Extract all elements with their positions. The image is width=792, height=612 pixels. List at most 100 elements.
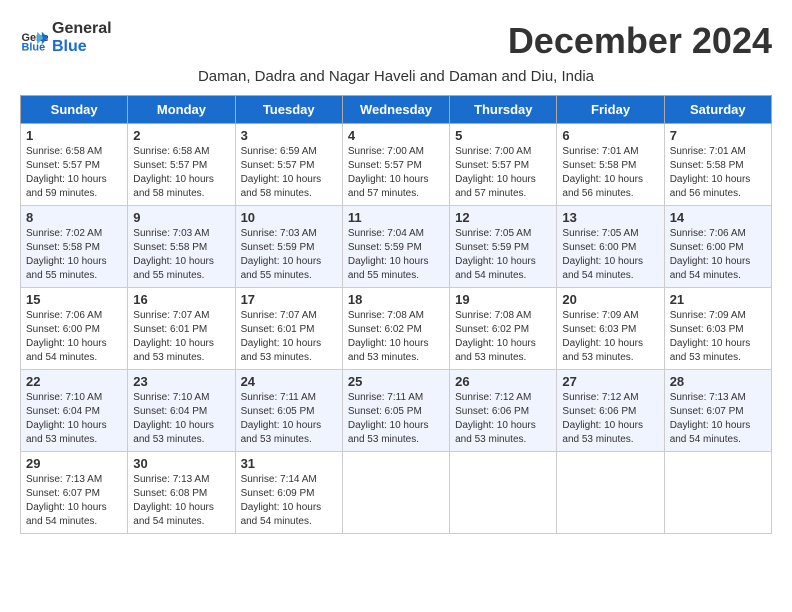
week-row-3: 15 Sunrise: 7:06 AM Sunset: 6:00 PM Dayli… — [21, 288, 772, 370]
day-number: 9 — [133, 210, 229, 225]
header-monday: Monday — [128, 96, 235, 124]
day-info: Sunrise: 7:11 AM Sunset: 6:05 PM Dayligh… — [241, 391, 337, 447]
day-info: Sunrise: 7:07 AM Sunset: 6:01 PM Dayligh… — [241, 309, 337, 365]
day-cell-19: 19Sunrise: 7:08 AM Sunset: 6:02 PM Dayli… — [450, 288, 557, 370]
day-number: 7 — [670, 128, 766, 143]
header-saturday: Saturday — [664, 96, 771, 124]
day-number: 14 — [670, 210, 766, 225]
day-number: 15 — [26, 292, 122, 307]
day-cell-9: 9 Sunrise: 7:03 AM Sunset: 5:58 PM Daylig… — [128, 206, 235, 288]
header-tuesday: Tuesday — [235, 96, 342, 124]
day-info: Sunrise: 6:59 AM Sunset: 5:57 PM Dayligh… — [241, 145, 337, 201]
empty-cell — [450, 452, 557, 534]
day-cell-17: 17 Sunrise: 7:07 AM Sunset: 6:01 PM Dayli… — [235, 288, 342, 370]
calendar-header-row: SundayMondayTuesdayWednesdayThursdayFrid… — [21, 96, 772, 124]
day-info: Sunrise: 7:09 AM Sunset: 6:03 PM Dayligh… — [562, 309, 658, 365]
day-cell-3: 3 Sunrise: 6:59 AM Sunset: 5:57 PM Daylig… — [235, 124, 342, 206]
day-number: 31 — [241, 456, 337, 471]
day-number: 17 — [241, 292, 337, 307]
day-info: Sunrise: 7:02 AM Sunset: 5:58 PM Dayligh… — [26, 227, 122, 283]
day-info: Sunrise: 7:06 AM Sunset: 6:00 PM Dayligh… — [670, 227, 766, 283]
day-cell-25: 25Sunrise: 7:11 AM Sunset: 6:05 PM Dayli… — [342, 370, 449, 452]
day-number: 4 — [348, 128, 444, 143]
day-cell-15: 15 Sunrise: 7:06 AM Sunset: 6:00 PM Dayli… — [21, 288, 128, 370]
day-info: Sunrise: 7:07 AM Sunset: 6:01 PM Dayligh… — [133, 309, 229, 365]
day-cell-7: 7 Sunrise: 7:01 AM Sunset: 5:58 PM Daylig… — [664, 124, 771, 206]
header-thursday: Thursday — [450, 96, 557, 124]
subtitle: Daman, Dadra and Nagar Haveli and Daman … — [20, 68, 772, 85]
day-info: Sunrise: 7:13 AM Sunset: 6:08 PM Dayligh… — [133, 473, 229, 529]
day-number: 8 — [26, 210, 122, 225]
day-cell-13: 13Sunrise: 7:05 AM Sunset: 6:00 PM Dayli… — [557, 206, 664, 288]
day-cell-28: 28 Sunrise: 7:13 AM Sunset: 6:07 PM Dayli… — [664, 370, 771, 452]
day-cell-12: 12 Sunrise: 7:05 AM Sunset: 5:59 PM Dayli… — [450, 206, 557, 288]
day-number: 16 — [133, 292, 229, 307]
day-number: 5 — [455, 128, 551, 143]
day-number: 6 — [562, 128, 658, 143]
day-cell-8: 8 Sunrise: 7:02 AM Sunset: 5:58 PM Daylig… — [21, 206, 128, 288]
day-cell-31: 31 Sunrise: 7:14 AM Sunset: 6:09 PM Dayli… — [235, 452, 342, 534]
day-info: Sunrise: 7:11 AM Sunset: 6:05 PM Dayligh… — [348, 391, 444, 447]
empty-cell — [664, 452, 771, 534]
day-info: Sunrise: 7:00 AM Sunset: 5:57 PM Dayligh… — [455, 145, 551, 201]
page-header: General Blue General Blue December 2024 — [20, 20, 772, 62]
day-cell-20: 20 Sunrise: 7:09 AM Sunset: 6:03 PM Dayli… — [557, 288, 664, 370]
day-info: Sunrise: 6:58 AM Sunset: 5:57 PM Dayligh… — [133, 145, 229, 201]
day-info: Sunrise: 7:12 AM Sunset: 6:06 PM Dayligh… — [455, 391, 551, 447]
day-cell-30: 30Sunrise: 7:13 AM Sunset: 6:08 PM Dayli… — [128, 452, 235, 534]
day-number: 1 — [26, 128, 122, 143]
month-title: December 2024 — [508, 20, 772, 62]
day-number: 18 — [348, 292, 444, 307]
day-info: Sunrise: 7:01 AM Sunset: 5:58 PM Dayligh… — [670, 145, 766, 201]
day-info: Sunrise: 7:13 AM Sunset: 6:07 PM Dayligh… — [26, 473, 122, 529]
header-sunday: Sunday — [21, 96, 128, 124]
day-info: Sunrise: 7:13 AM Sunset: 6:07 PM Dayligh… — [670, 391, 766, 447]
day-cell-10: 10Sunrise: 7:03 AM Sunset: 5:59 PM Dayli… — [235, 206, 342, 288]
day-info: Sunrise: 7:03 AM Sunset: 5:59 PM Dayligh… — [241, 227, 337, 283]
day-info: Sunrise: 7:10 AM Sunset: 6:04 PM Dayligh… — [133, 391, 229, 447]
logo-general: General — [52, 20, 112, 38]
day-info: Sunrise: 7:01 AM Sunset: 5:58 PM Dayligh… — [562, 145, 658, 201]
day-cell-23: 23 Sunrise: 7:10 AM Sunset: 6:04 PM Dayli… — [128, 370, 235, 452]
day-cell-21: 21Sunrise: 7:09 AM Sunset: 6:03 PM Dayli… — [664, 288, 771, 370]
day-cell-4: 4 Sunrise: 7:00 AM Sunset: 5:57 PM Daylig… — [342, 124, 449, 206]
empty-cell — [342, 452, 449, 534]
day-cell-5: 5 Sunrise: 7:00 AM Sunset: 5:57 PM Daylig… — [450, 124, 557, 206]
logo: General Blue General Blue — [20, 20, 112, 55]
day-info: Sunrise: 7:14 AM Sunset: 6:09 PM Dayligh… — [241, 473, 337, 529]
day-cell-11: 11Sunrise: 7:04 AM Sunset: 5:59 PM Dayli… — [342, 206, 449, 288]
logo-icon: General Blue — [20, 24, 48, 52]
day-number: 24 — [241, 374, 337, 389]
calendar-table: SundayMondayTuesdayWednesdayThursdayFrid… — [20, 95, 772, 534]
week-row-4: 22 Sunrise: 7:10 AM Sunset: 6:04 PM Dayli… — [21, 370, 772, 452]
day-number: 2 — [133, 128, 229, 143]
empty-cell — [557, 452, 664, 534]
day-info: Sunrise: 7:00 AM Sunset: 5:57 PM Dayligh… — [348, 145, 444, 201]
calendar-body: 1 Sunrise: 6:58 AM Sunset: 5:57 PM Daylig… — [21, 124, 772, 534]
day-cell-16: 16 Sunrise: 7:07 AM Sunset: 6:01 PM Dayli… — [128, 288, 235, 370]
day-cell-6: 6 Sunrise: 7:01 AM Sunset: 5:58 PM Daylig… — [557, 124, 664, 206]
day-cell-22: 22 Sunrise: 7:10 AM Sunset: 6:04 PM Dayli… — [21, 370, 128, 452]
day-info: Sunrise: 7:03 AM Sunset: 5:58 PM Dayligh… — [133, 227, 229, 283]
day-number: 3 — [241, 128, 337, 143]
day-info: Sunrise: 7:08 AM Sunset: 6:02 PM Dayligh… — [348, 309, 444, 365]
day-number: 28 — [670, 374, 766, 389]
day-number: 23 — [133, 374, 229, 389]
day-number: 12 — [455, 210, 551, 225]
day-number: 27 — [562, 374, 658, 389]
day-info: Sunrise: 7:10 AM Sunset: 6:04 PM Dayligh… — [26, 391, 122, 447]
day-info: Sunrise: 7:06 AM Sunset: 6:00 PM Dayligh… — [26, 309, 122, 365]
week-row-1: 1 Sunrise: 6:58 AM Sunset: 5:57 PM Daylig… — [21, 124, 772, 206]
day-cell-2: 2 Sunrise: 6:58 AM Sunset: 5:57 PM Daylig… — [128, 124, 235, 206]
day-cell-29: 29Sunrise: 7:13 AM Sunset: 6:07 PM Dayli… — [21, 452, 128, 534]
day-cell-18: 18 Sunrise: 7:08 AM Sunset: 6:02 PM Dayli… — [342, 288, 449, 370]
day-info: Sunrise: 7:05 AM Sunset: 5:59 PM Dayligh… — [455, 227, 551, 283]
header-wednesday: Wednesday — [342, 96, 449, 124]
logo-blue: Blue — [52, 38, 112, 56]
day-info: Sunrise: 6:58 AM Sunset: 5:57 PM Dayligh… — [26, 145, 122, 201]
day-cell-24: 24 Sunrise: 7:11 AM Sunset: 6:05 PM Dayli… — [235, 370, 342, 452]
day-cell-14: 14 Sunrise: 7:06 AM Sunset: 6:00 PM Dayli… — [664, 206, 771, 288]
day-number: 22 — [26, 374, 122, 389]
day-number: 20 — [562, 292, 658, 307]
day-info: Sunrise: 7:05 AM Sunset: 6:00 PM Dayligh… — [562, 227, 658, 283]
